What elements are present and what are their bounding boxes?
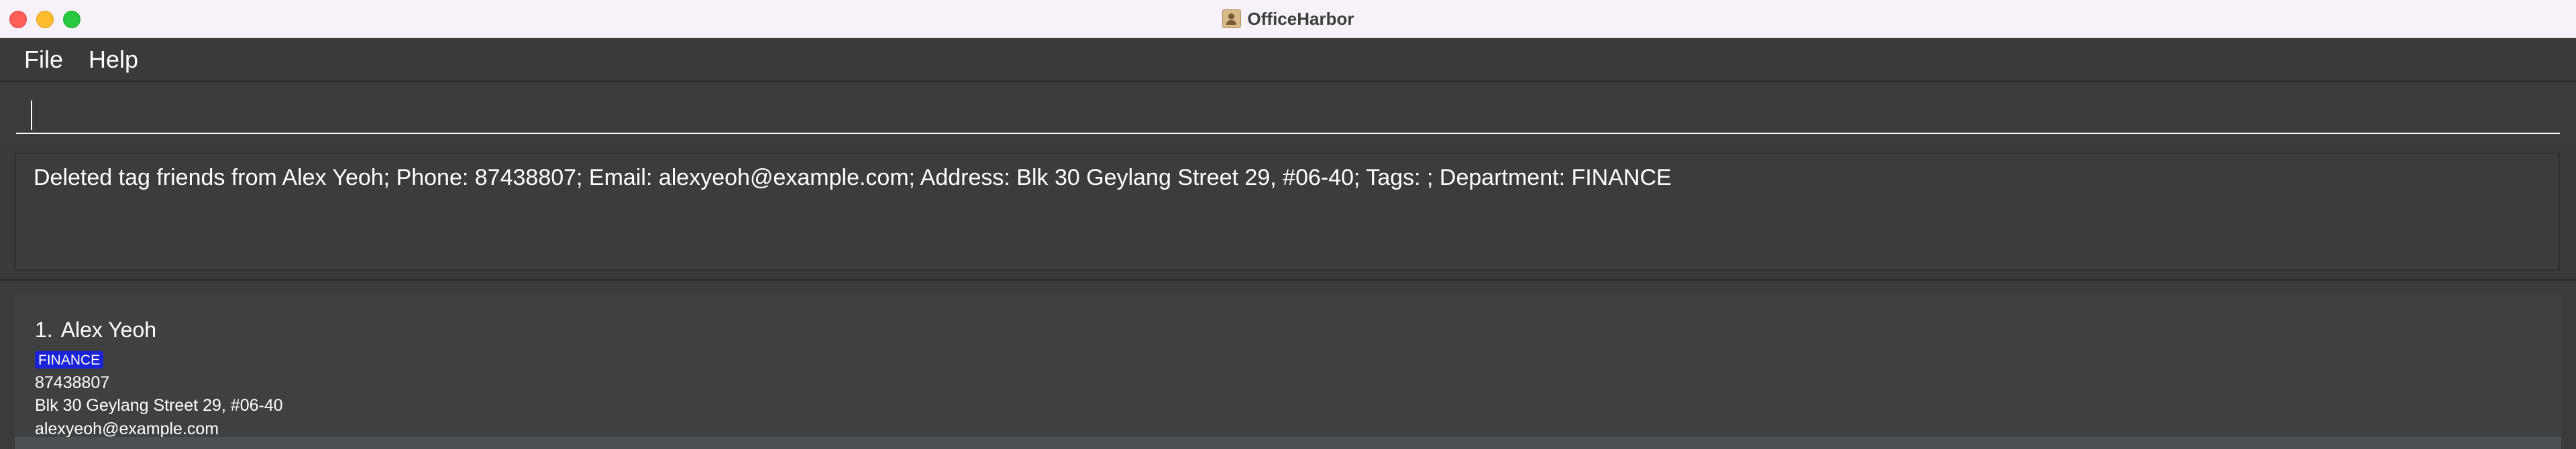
- person-index: 1.: [35, 318, 53, 342]
- window-controls: [9, 11, 80, 28]
- menu-file[interactable]: File: [24, 46, 63, 74]
- person-list[interactable]: 1. Alex Yeoh FINANCE 87438807 Blk 30 Gey…: [0, 281, 2576, 449]
- command-input[interactable]: [16, 95, 2560, 134]
- person-phone: 87438807: [35, 373, 110, 392]
- result-display-container: Deleted tag friends from Alex Yeoh; Phon…: [0, 145, 2576, 281]
- maximize-icon[interactable]: [63, 11, 80, 28]
- window-title: OfficeHarbor: [1247, 8, 1354, 29]
- minimize-icon[interactable]: [36, 11, 54, 28]
- command-box-container: [0, 83, 2576, 143]
- person-name-row: 1. Alex Yeoh: [35, 319, 2542, 340]
- address-book-icon: [1222, 9, 1241, 28]
- app-window: OfficeHarbor File Help Deleted tag frien…: [0, 0, 2576, 449]
- result-display: Deleted tag friends from Alex Yeoh; Phon…: [15, 153, 2560, 271]
- person-name: Alex Yeoh: [60, 318, 157, 342]
- person-address: Blk 30 Geylang Street 29, #06-40: [35, 396, 283, 415]
- list-item-partial[interactable]: [15, 437, 2561, 449]
- text-caret: [31, 101, 32, 130]
- close-icon[interactable]: [9, 11, 27, 28]
- department-tag: FINANCE: [35, 351, 104, 369]
- menu-bar: File Help: [0, 38, 2576, 82]
- person-card[interactable]: 1. Alex Yeoh FINANCE 87438807 Blk 30 Gey…: [15, 295, 2561, 438]
- title-bar[interactable]: OfficeHarbor: [0, 0, 2576, 38]
- window-title-group: OfficeHarbor: [1222, 9, 1354, 29]
- person-email: alexyeoh@example.com: [35, 419, 219, 438]
- menu-help[interactable]: Help: [89, 46, 138, 74]
